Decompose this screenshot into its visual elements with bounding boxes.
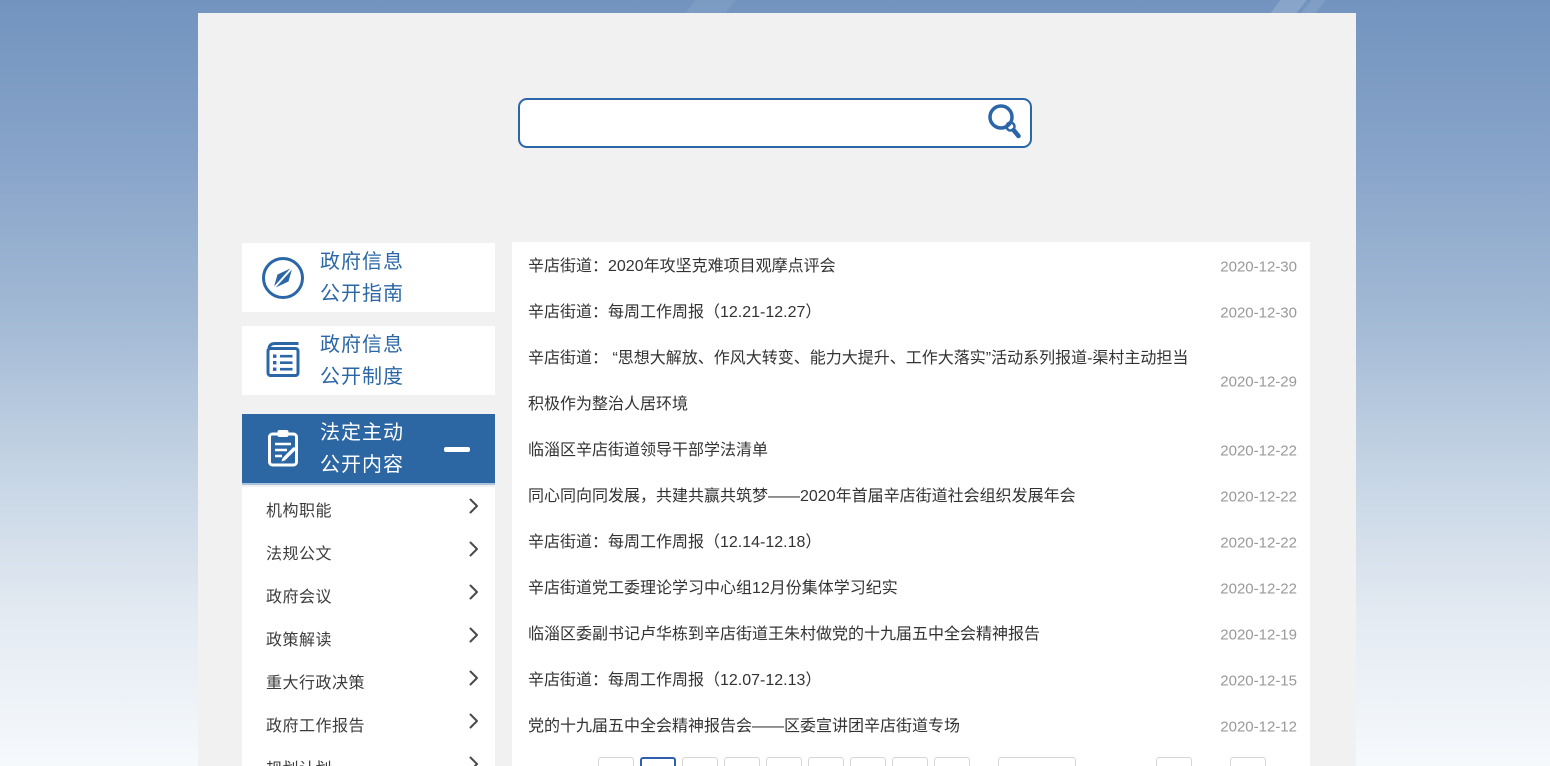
pagination: [598, 757, 1310, 766]
news-title-link[interactable]: 辛店街道党工委理论学习中心组12月份集体学习纪实: [528, 580, 898, 597]
search-icon: [984, 102, 1024, 145]
chevron-right-icon: [469, 670, 479, 691]
sidebar-item-zhongda-juece[interactable]: 重大行政决策: [242, 659, 495, 702]
news-title-link[interactable]: 同心同向同发展，共建共赢共筑梦——2020年首届辛店街道社会组织发展年会: [528, 488, 1076, 505]
chevron-right-icon: [469, 756, 479, 766]
menu-item-label: 政府会议: [266, 583, 332, 607]
pagination-page-button[interactable]: [598, 757, 634, 766]
menu-item-label: 机构职能: [266, 497, 332, 521]
pagination-current-page-button[interactable]: [640, 757, 676, 766]
notebook-icon: [259, 337, 307, 385]
pagination-page-button[interactable]: [766, 757, 802, 766]
sidebar-item-fagui-gongwen[interactable]: 法规公文: [242, 530, 495, 573]
clipboard-pencil-icon: [259, 425, 307, 473]
news-item: 辛店街道党工委理论学习中心组12月份集体学习纪实 2020-12-22: [512, 566, 1310, 612]
chevron-right-icon: [469, 713, 479, 734]
sidebar-card-label: 政府信息 公开制度: [320, 329, 404, 393]
pagination-page-button[interactable]: [850, 757, 886, 766]
sidebar-card-gov-info-system[interactable]: 政府信息 公开制度: [242, 326, 495, 395]
pagination-page-button[interactable]: [808, 757, 844, 766]
news-title-link[interactable]: 临淄区辛店街道领导干部学法清单: [528, 442, 768, 459]
news-item: 党的十九届五中全会精神报告会——区委宣讲团辛店街道专场 2020-12-12: [512, 704, 1310, 750]
sidebar-item-gongzuo-baogao[interactable]: 政府工作报告: [242, 702, 495, 745]
news-item: 辛店街道：每周工作周报（12.21-12.27） 2020-12-30: [512, 290, 1310, 336]
sidebar-item-zhengfu-huiyi[interactable]: 政府会议: [242, 573, 495, 616]
sidebar-item-zhengce-jiedu[interactable]: 政策解读: [242, 616, 495, 659]
chevron-right-icon: [469, 541, 479, 562]
menu-item-label: 重大行政决策: [266, 669, 365, 693]
content-panel: 政府信息 公开指南 政府信息 公开制度: [198, 13, 1356, 766]
menu-item-label: 政策解读: [266, 626, 332, 650]
pagination-info-box[interactable]: [1156, 757, 1192, 766]
search-input[interactable]: [520, 100, 978, 146]
pagination-page-button[interactable]: [724, 757, 760, 766]
news-date: 2020-12-22: [1220, 489, 1297, 506]
sidebar-item-jigou-zhineng[interactable]: 机构职能: [242, 487, 495, 530]
menu-item-label: 法规公文: [266, 540, 332, 564]
news-date: 2020-12-30: [1220, 259, 1297, 276]
news-date: 2020-12-12: [1220, 719, 1297, 736]
sidebar-card-legal-disclosure[interactable]: 法定主动 公开内容: [242, 414, 495, 485]
sidebar: 政府信息 公开指南 政府信息 公开制度: [242, 243, 495, 766]
pagination-page-button[interactable]: [682, 757, 718, 766]
news-title-link[interactable]: 辛店街道：每周工作周报（12.07-12.13）: [528, 672, 821, 689]
news-title-link[interactable]: 党的十九届五中全会精神报告会——区委宣讲团辛店街道专场: [528, 718, 960, 735]
news-title-link[interactable]: 辛店街道：每周工作周报（12.14-12.18）: [528, 534, 821, 551]
compass-icon: [259, 254, 307, 302]
pagination-next-button[interactable]: [998, 757, 1076, 766]
menu-item-label: 规划计划: [266, 755, 332, 766]
news-date: 2020-12-22: [1220, 443, 1297, 460]
sidebar-item-guihua-jihua[interactable]: 规划计划: [242, 745, 495, 766]
news-item: 辛店街道：2020年攻坚克难项目观摩点评会 2020-12-30: [512, 244, 1310, 290]
pagination-page-button[interactable]: [934, 757, 970, 766]
menu-item-label: 政府工作报告: [266, 712, 365, 736]
news-date: 2020-12-22: [1220, 581, 1297, 598]
collapse-minus-icon[interactable]: [444, 447, 470, 452]
sidebar-card-label: 政府信息 公开指南: [320, 246, 404, 310]
news-list: 辛店街道：2020年攻坚克难项目观摩点评会 2020-12-30 辛店街道：每周…: [512, 242, 1310, 766]
news-title-link[interactable]: 辛店街道： “思想大解放、作风大转变、能力大提升、工作大落实”活动系列报道-渠村…: [528, 350, 1188, 413]
news-date: 2020-12-29: [1220, 374, 1297, 391]
news-date: 2020-12-19: [1220, 627, 1297, 644]
pagination-page-button[interactable]: [892, 757, 928, 766]
news-item: 辛店街道：每周工作周报（12.07-12.13） 2020-12-15: [512, 658, 1310, 704]
news-item: 辛店街道：每周工作周报（12.14-12.18） 2020-12-22: [512, 520, 1310, 566]
search-button[interactable]: [978, 100, 1030, 146]
search-bar: [518, 98, 1032, 148]
news-date: 2020-12-22: [1220, 535, 1297, 552]
news-date: 2020-12-15: [1220, 673, 1297, 690]
sidebar-menu: 机构职能 法规公文 政府会议 政策解读 重大行政决策 政府工作报告: [242, 487, 495, 766]
news-item: 同心同向同发展，共建共赢共筑梦——2020年首届辛店街道社会组织发展年会 202…: [512, 474, 1310, 520]
chevron-right-icon: [469, 498, 479, 519]
news-item: 临淄区委副书记卢华栋到辛店街道王朱村做党的十九届五中全会精神报告 2020-12…: [512, 612, 1310, 658]
chevron-right-icon: [469, 584, 479, 605]
news-item: 临淄区辛店街道领导干部学法清单 2020-12-22: [512, 428, 1310, 474]
sidebar-card-gov-info-guide[interactable]: 政府信息 公开指南: [242, 243, 495, 312]
news-title-link[interactable]: 辛店街道：2020年攻坚克难项目观摩点评会: [528, 258, 836, 275]
news-title-link[interactable]: 临淄区委副书记卢华栋到辛店街道王朱村做党的十九届五中全会精神报告: [528, 626, 1040, 643]
sidebar-card-label: 法定主动 公开内容: [320, 417, 404, 481]
chevron-right-icon: [469, 627, 479, 648]
news-title-link[interactable]: 辛店街道：每周工作周报（12.21-12.27）: [528, 304, 821, 321]
pagination-go-button[interactable]: [1230, 757, 1266, 766]
news-date: 2020-12-30: [1220, 305, 1297, 322]
news-item: 辛店街道： “思想大解放、作风大转变、能力大提升、工作大落实”活动系列报道-渠村…: [512, 336, 1310, 428]
